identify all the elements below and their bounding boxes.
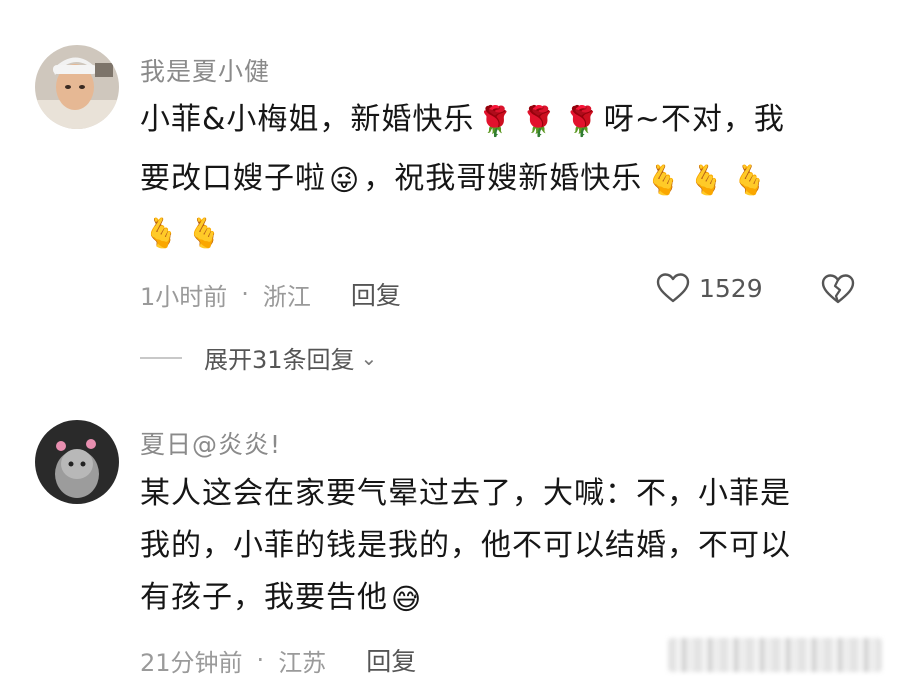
comment-line: 要改口嫂子啦 😜 ，祝我哥嫂新婚快乐 🫰 🫰 🫰 <box>140 157 860 202</box>
comment-line: 某人这会在家要气晕过去了，大喊：不，小菲是 <box>140 472 860 516</box>
comment-meta: 1小时前 · 浙江 回复 <box>140 276 401 312</box>
rose-icon: 🌹 <box>477 104 515 138</box>
like-button[interactable]: 1529 <box>655 272 763 304</box>
location: 江苏 <box>278 648 327 677</box>
avatar[interactable] <box>35 45 119 129</box>
reply-button[interactable]: 回复 <box>351 276 401 312</box>
expand-replies-button[interactable]: 展开31条回复 ⌄ <box>140 340 377 375</box>
text-segment: 呀~不对，我 <box>603 102 785 137</box>
comment-line: 有孩子，我要告他 😅 <box>140 576 860 621</box>
text-segment: 小菲&小梅姐，新婚快乐 <box>140 102 475 137</box>
timestamp: 1小时前 <box>140 282 228 311</box>
blurred-watermark <box>668 638 882 672</box>
dislike-button[interactable] <box>820 273 856 309</box>
avatar-image <box>35 45 119 129</box>
finger-heart-icon: 🫰 <box>143 216 181 250</box>
comment-line: 🫰 🫰 <box>140 210 860 255</box>
finger-heart-icon: 🫰 <box>186 216 224 250</box>
wink-tongue-icon: 😜 <box>329 163 361 197</box>
text-segment: 某人这会在家要气晕过去了，大喊：不，小菲是 <box>140 476 791 511</box>
rose-icon: 🌹 <box>563 104 601 138</box>
avatar[interactable] <box>35 420 119 504</box>
text-segment: 我的，小菲的钱是我的，他不可以结婚，不可以 <box>140 528 791 563</box>
finger-heart-icon: 🫰 <box>731 163 769 197</box>
separator: · <box>256 646 265 674</box>
comment-text: 小菲&小梅姐，新婚快乐 🌹 🌹 🌹 呀~不对，我 要改口嫂子啦 😜 ，祝我哥嫂新婚快乐 🫰 🫰 🫰… <box>140 98 860 255</box>
username[interactable]: 我是夏小健 <box>140 52 270 88</box>
grinning-sweat-icon: 😅 <box>391 582 423 616</box>
text-segment: 有孩子，我要告他 <box>140 580 388 615</box>
heart-outline-icon <box>656 273 690 303</box>
comment-line: 小菲&小梅姐，新婚快乐 🌹 🌹 🌹 呀~不对，我 <box>140 98 860 143</box>
avatar-image <box>35 420 119 504</box>
separator: · <box>241 280 249 308</box>
username[interactable]: 夏日@炎炎! <box>140 425 281 461</box>
timestamp: 21分钟前 <box>140 648 243 677</box>
rose-icon: 🌹 <box>520 104 558 138</box>
comment-meta: 21分钟前 · 江苏 回复 <box>140 642 416 678</box>
broken-heart-icon <box>821 274 855 304</box>
finger-heart-icon: 🫰 <box>688 163 726 197</box>
like-count: 1529 <box>699 273 763 303</box>
comment-text: 某人这会在家要气晕过去了，大喊：不，小菲是 我的，小菲的钱是我的，他不可以结婚，… <box>140 472 860 621</box>
text-segment: ，祝我哥嫂新婚快乐 <box>363 161 643 196</box>
chevron-down-icon: ⌄ <box>360 345 378 370</box>
text-segment: 要改口嫂子啦 <box>140 161 326 196</box>
location: 浙江 <box>262 282 311 311</box>
divider-line <box>140 356 182 359</box>
comment-line: 我的，小菲的钱是我的，他不可以结婚，不可以 <box>140 524 860 568</box>
reply-button[interactable]: 回复 <box>366 642 416 678</box>
finger-heart-icon: 🫰 <box>645 163 683 197</box>
expand-replies-label: 展开31条回复 <box>204 346 355 374</box>
